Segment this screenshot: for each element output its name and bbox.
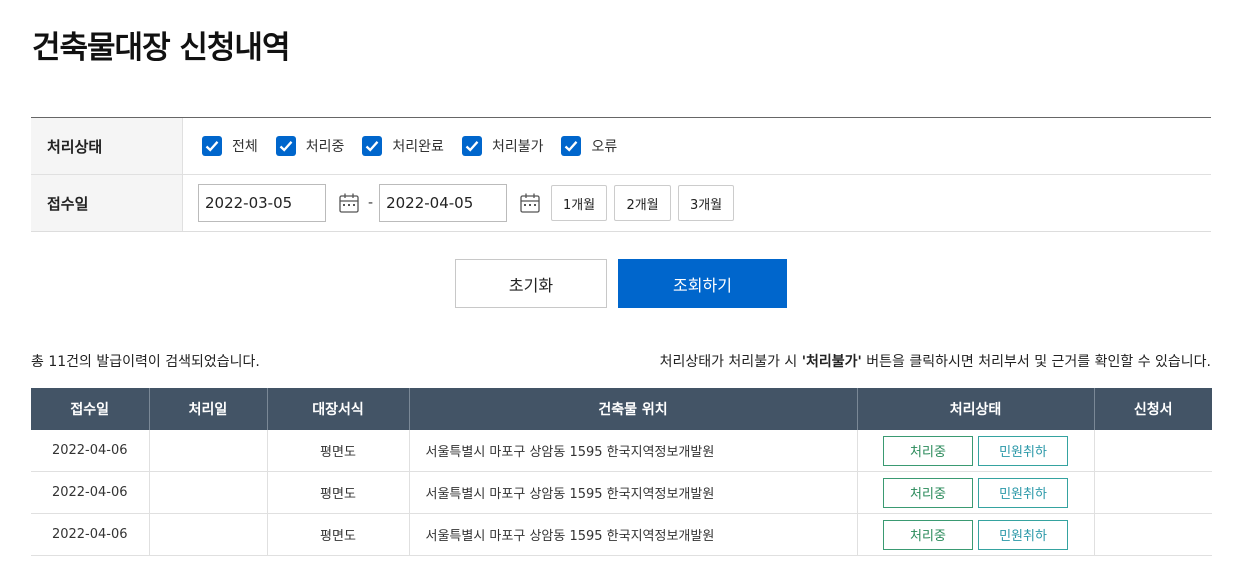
application-cell [1094,430,1212,472]
reset-button[interactable]: 초기화 [455,259,607,308]
checkmark-icon[interactable] [275,136,296,156]
building-location: 서울특별시 마포구 상암동 1595 한국지역정보개발원 [409,430,858,472]
application-cell [1094,471,1212,514]
withdraw-button[interactable]: 민원취하 [978,477,1068,508]
column-header: 처리상태 [857,388,1095,430]
processed-date [149,430,268,472]
date-range: 2022-03-05 - 2022-04-05 1개월 2개월 3개월 [183,175,1211,231]
table-header-row: 접수일 처리일 대장서식 건축물 위치 처리상태 신청서 [31,388,1212,430]
column-header: 신청서 [1094,388,1212,430]
checkbox-processing[interactable]: 처리중 [275,136,345,156]
results-table: 접수일 처리일 대장서식 건축물 위치 처리상태 신청서 2022-04-06 … [31,388,1212,556]
application-cell [1094,513,1212,556]
calendar-icon[interactable] [519,192,541,214]
form-type: 평면도 [267,471,410,514]
withdraw-button[interactable]: 민원취하 [978,519,1068,550]
table-row: 2022-04-06 평면도 서울특별시 마포구 상암동 1595 한국지역정보… [31,513,1212,556]
checkbox-label: 전체 [232,139,258,155]
checkbox-error[interactable]: 오류 [561,136,617,156]
table-row: 2022-04-06 평면도 서울특별시 마포구 상암동 1595 한국지역정보… [31,471,1212,514]
end-date-input[interactable]: 2022-04-05 [379,184,508,222]
received-date: 2022-04-06 [31,513,150,556]
date-separator: - [368,195,374,211]
column-header: 처리일 [149,388,268,430]
search-filter: 처리상태 전체 처리중 처리완료 처리불가 오류 접수일 2022-03-05 … [31,117,1211,232]
received-date: 2022-04-06 [31,471,150,514]
rejection-notice: 처리상태가 처리불가 시 '처리불가' 버튼을 클릭하시면 처리부서 및 근거를… [660,351,1211,371]
search-button[interactable]: 조회하기 [618,259,787,308]
processed-date [149,513,268,556]
checkbox-label: 처리중 [305,139,345,155]
checkbox-all[interactable]: 전체 [202,136,258,156]
status-processing-button[interactable]: 처리중 [883,519,973,550]
calendar-icon[interactable] [338,192,360,214]
notice-prefix: 처리상태가 처리불가 시 [659,354,802,370]
notice-suffix: 버튼을 클릭하시면 처리부서 및 근거를 확인할 수 있습니다. [861,354,1211,370]
column-header: 대장서식 [267,388,410,430]
period-3month-button[interactable]: 3개월 [678,185,735,221]
building-location: 서울특별시 마포구 상암동 1595 한국지역정보개발원 [409,513,858,556]
checkmark-icon[interactable] [461,136,482,156]
column-header: 건축물 위치 [409,388,858,430]
checkbox-label: 오류 [591,139,618,155]
table-row: 2022-04-06 평면도 서울특별시 마포구 상암동 1595 한국지역정보… [31,430,1212,472]
building-location: 서울특별시 마포구 상암동 1595 한국지역정보개발원 [409,471,858,514]
checkmark-icon[interactable] [362,136,383,156]
checkmark-icon[interactable] [202,136,222,156]
notice-bold: '처리불가' [801,354,862,370]
status-filter-label: 처리상태 [31,118,183,174]
received-date: 2022-04-06 [31,430,150,472]
status-processing-button[interactable]: 처리중 [883,435,973,466]
checkbox-rejected[interactable]: 처리불가 [461,136,544,156]
status-cell: 처리중 민원취하 [857,513,1095,556]
status-filter-row: 처리상태 전체 처리중 처리완료 처리불가 오류 [31,118,1211,174]
processed-date [149,471,268,514]
status-cell: 처리중 민원취하 [857,430,1095,472]
date-filter-row: 접수일 2022-03-05 - 2022-04-05 1개월 2개월 3개월 [31,174,1211,231]
status-checkbox-group: 전체 처리중 처리완료 처리불가 오류 [183,118,1211,174]
checkmark-icon[interactable] [561,136,582,156]
start-date-input[interactable]: 2022-03-05 [198,184,326,222]
period-1month-button[interactable]: 1개월 [551,185,608,221]
form-type: 평면도 [267,430,410,472]
date-filter-label: 접수일 [31,175,183,231]
result-count: 총 11건의 발급이력이 검색되었습니다. [31,354,260,370]
page-title: 건축물대장 신청내역 [32,30,290,66]
checkbox-label: 처리완료 [392,139,444,155]
status-processing-button[interactable]: 처리중 [883,477,973,508]
checkbox-completed[interactable]: 처리완료 [362,136,444,156]
checkbox-label: 처리불가 [491,139,544,155]
column-header: 접수일 [31,388,150,430]
period-2month-button[interactable]: 2개월 [614,185,672,221]
withdraw-button[interactable]: 민원취하 [978,435,1068,466]
status-cell: 처리중 민원취하 [857,471,1095,514]
form-type: 평면도 [267,513,410,556]
